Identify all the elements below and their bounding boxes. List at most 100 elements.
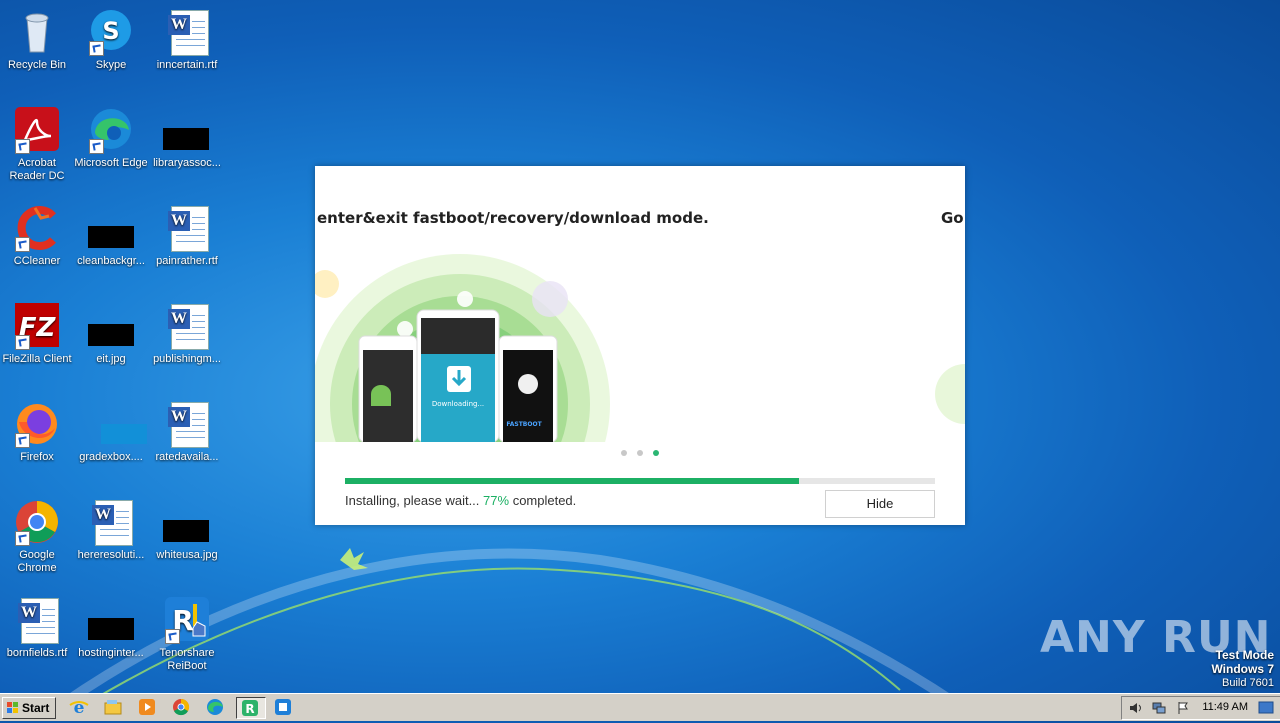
desktop-icon-label: whiteusa.jpg: [156, 549, 218, 561]
desktop-icon-firefox[interactable]: Firefox: [0, 400, 74, 464]
desktop-icon-label: FileZilla Client: [2, 353, 72, 365]
carousel-dot[interactable]: [621, 450, 627, 456]
desktop-icon-painrather[interactable]: W painrather.rtf: [150, 204, 224, 268]
svg-text:S: S: [102, 17, 119, 45]
show-desktop-icon[interactable]: [1258, 701, 1274, 715]
desktop-icon-hostinginter[interactable]: hostinginter...: [74, 596, 148, 660]
shortcut-arrow-icon: [15, 433, 30, 448]
black-thumbnail-icon: [163, 520, 209, 542]
status-prefix: Installing, please wait...: [345, 493, 480, 508]
desktop-icon-label: ratedavaila...: [155, 451, 219, 463]
desktop-icon-label: bornfields.rtf: [6, 647, 68, 659]
media-player-icon[interactable]: [136, 697, 158, 717]
shortcut-arrow-icon: [15, 531, 30, 546]
black-thumbnail-icon: [88, 324, 134, 346]
taskbar: Start e R 11:49 AM: [0, 693, 1280, 721]
start-label: Start: [22, 701, 50, 715]
desktop-icon-label: Recycle Bin: [7, 59, 67, 71]
carousel-slide-title: enter&exit fastboot/recovery/download mo…: [317, 209, 709, 227]
svg-text:e: e: [74, 698, 85, 717]
desktop-icon-inncertain[interactable]: W inncertain.rtf: [150, 8, 224, 72]
status-suffix: completed.: [512, 493, 577, 508]
word-doc-icon: W: [168, 206, 209, 252]
desktop-icon-ratedavaila[interactable]: W ratedavaila...: [150, 400, 224, 464]
desktop-icon-label: CCleaner: [13, 255, 61, 267]
black-thumbnail-icon: [88, 226, 134, 248]
clock[interactable]: 11:49 AM: [1202, 701, 1248, 713]
desktop-icon-label: inncertain.rtf: [156, 59, 218, 71]
desktop-icon-eit[interactable]: eit.jpg: [74, 302, 148, 366]
os-label: Windows 7: [1211, 662, 1274, 676]
desktop-icon-label: painrather.rtf: [156, 255, 218, 267]
blue-thumbnail-icon: [101, 424, 147, 444]
desktop-icon-label: libraryassoc...: [153, 157, 221, 169]
desktop-icon-label: hostinginter...: [78, 647, 144, 659]
desktop-icon-gradexbox[interactable]: gradexbox....: [74, 400, 148, 464]
status-percent: 77%: [483, 493, 510, 508]
desktop-icon-cleanbackgr[interactable]: cleanbackgr...: [74, 204, 148, 268]
desktop-icon-skype[interactable]: S Skype: [74, 8, 148, 72]
explorer-icon[interactable]: [102, 697, 124, 717]
carousel-illustration: Downloading... FASTBOOT: [315, 254, 965, 442]
install-progress-fill: [345, 478, 800, 484]
desktop-icon-label: gradexbox....: [79, 451, 143, 463]
desktop-icon-ccleaner[interactable]: CCleaner: [0, 204, 74, 268]
word-doc-icon: W: [168, 10, 209, 56]
word-doc-icon: W: [168, 304, 209, 350]
desktop-icon-edge[interactable]: Microsoft Edge: [74, 106, 148, 170]
shortcut-arrow-icon: [89, 139, 104, 154]
svg-text:R: R: [245, 702, 254, 716]
reiboot-taskbar-button[interactable]: R: [236, 697, 266, 719]
reiboot-installer-icon[interactable]: [272, 697, 294, 717]
desktop-icon-label: Skype: [95, 59, 127, 71]
desktop-icon-recycle-bin[interactable]: Recycle Bin: [0, 8, 74, 72]
carousel-dots: [315, 450, 965, 456]
desktop-icon-reiboot[interactable]: R Tenorshare ReiBoot: [150, 596, 224, 673]
desktop-icon-label: Firefox: [20, 451, 54, 463]
install-status-text: Installing, please wait... 77% completed…: [345, 493, 576, 508]
reiboot-installer-dialog: enter&exit fastboot/recovery/download mo…: [315, 166, 965, 525]
volume-icon[interactable]: [1128, 701, 1142, 715]
word-doc-icon: W: [168, 402, 209, 448]
ie-icon[interactable]: e: [68, 697, 90, 718]
phone-screen-text: Downloading...: [432, 400, 484, 408]
hide-button[interactable]: Hide: [825, 490, 935, 518]
network-icon[interactable]: [1152, 701, 1166, 715]
desktop-icon-label: Tenorshare ReiBoot: [159, 647, 215, 672]
desktop-icon-filezilla[interactable]: FZ FileZilla Client: [0, 302, 74, 366]
black-thumbnail-icon: [163, 128, 209, 150]
desktop-icon-label: Microsoft Edge: [74, 157, 148, 169]
carousel-dot[interactable]: [653, 450, 659, 456]
action-center-flag-icon[interactable]: [1176, 701, 1190, 715]
edge-icon[interactable]: [204, 697, 226, 717]
system-tray: 11:49 AM: [1121, 696, 1280, 720]
shortcut-arrow-icon: [15, 237, 30, 252]
desktop-icon-label: cleanbackgr...: [77, 255, 145, 267]
desktop-icon-acrobat[interactable]: Acrobat Reader DC: [0, 106, 74, 183]
desktop-icon-label: Acrobat Reader DC: [9, 157, 65, 182]
desktop-icon-whiteusa[interactable]: whiteusa.jpg: [150, 498, 224, 562]
shortcut-arrow-icon: [165, 629, 180, 644]
desktop-icon-libraryassoc[interactable]: libraryassoc...: [150, 106, 224, 170]
windows-flag-icon: [7, 702, 18, 713]
shortcut-arrow-icon: [15, 335, 30, 350]
carousel-dot[interactable]: [637, 450, 643, 456]
desktop-icon-publishingm[interactable]: W publishingm...: [150, 302, 224, 366]
desktop-icon-chrome[interactable]: Google Chrome: [0, 498, 74, 575]
chrome-icon[interactable]: [170, 697, 192, 717]
desktop-icon-label: hereresoluti...: [77, 549, 145, 561]
test-mode-label: Test Mode: [1215, 648, 1274, 662]
start-button[interactable]: Start: [2, 697, 56, 719]
shortcut-arrow-icon: [89, 41, 104, 56]
test-mode-watermark: Test Mode Windows 7 Build 7601: [1211, 648, 1274, 690]
desktop-icon-hereresoluti[interactable]: W hereresoluti...: [74, 498, 148, 562]
shortcut-arrow-icon: [15, 139, 30, 154]
word-doc-icon: W: [18, 598, 59, 644]
phone-fastboot-badge: FASTBOOT: [506, 421, 542, 428]
carousel-next-slide-title: Go: [941, 209, 964, 227]
desktop-icon-bornfields[interactable]: W bornfields.rtf: [0, 596, 74, 660]
recycle-bin-icon: [25, 13, 49, 53]
word-doc-icon: W: [92, 500, 133, 546]
build-label: Build 7601: [1222, 677, 1274, 689]
install-progress-bar: [345, 478, 935, 484]
